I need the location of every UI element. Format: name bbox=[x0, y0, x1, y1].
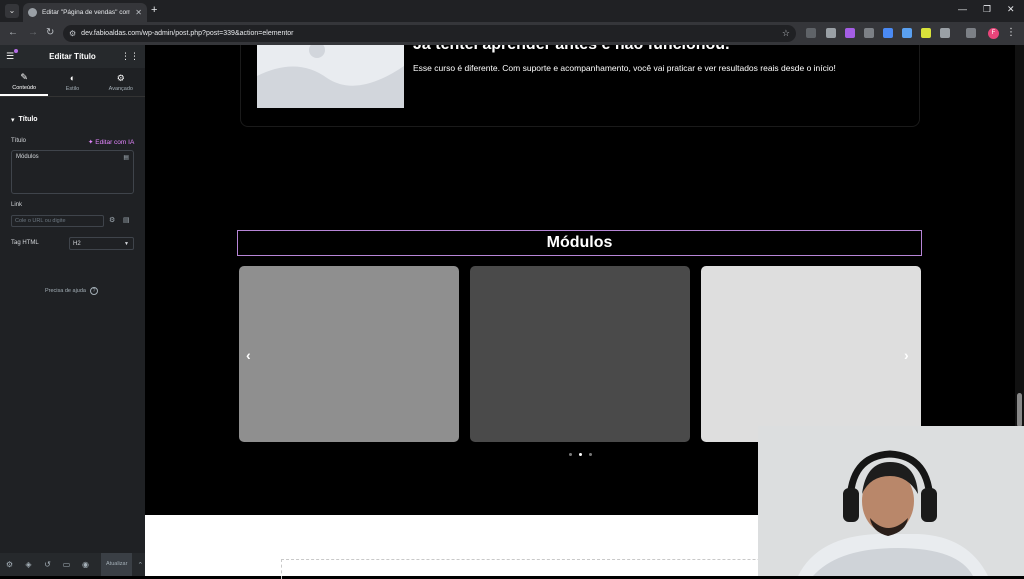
back-icon[interactable]: ← bbox=[8, 27, 18, 39]
carousel-prev-arrow-icon[interactable]: ‹ bbox=[246, 347, 251, 363]
carousel-dot[interactable] bbox=[589, 453, 592, 456]
extensions-puzzle-icon[interactable] bbox=[940, 28, 950, 38]
panel-header: ☰ Editar Título ⋮⋮ bbox=[0, 45, 145, 68]
carousel-slide[interactable] bbox=[470, 266, 690, 442]
elementor-panel: ☰ Editar Título ⋮⋮ ✎ Conteúdo ◐ Estilo ⚙… bbox=[0, 45, 145, 576]
settings-gear-icon[interactable]: ⚙ bbox=[0, 560, 19, 569]
link-input[interactable]: Cole o URL ou digite bbox=[11, 215, 104, 227]
browser-toolbar: ← → ↻ ⚙ dev.fabioaldas.com/wp-admin/post… bbox=[0, 22, 1024, 45]
title-field-label: Título bbox=[11, 138, 27, 144]
gear-icon: ⚙ bbox=[116, 72, 125, 83]
profile-avatar[interactable]: F bbox=[988, 28, 999, 39]
tab-close-icon[interactable]: ✕ bbox=[135, 8, 142, 17]
preview-eye-icon[interactable]: ◉ bbox=[76, 560, 95, 569]
carousel-slide[interactable] bbox=[239, 266, 459, 442]
tab-search-button[interactable]: ⌄ bbox=[5, 4, 19, 18]
section-title-toggle[interactable]: ▾ Título bbox=[11, 116, 38, 124]
title-textarea[interactable]: Módulos ▤ bbox=[11, 150, 134, 194]
close-window-icon[interactable]: ✕ bbox=[1007, 4, 1015, 15]
link-dynamic-icon[interactable]: ▤ bbox=[123, 216, 130, 224]
extension-icon[interactable] bbox=[902, 28, 912, 38]
panel-footer: ⚙ ◈ ↺ ▭ ◉ Atualizar ⌃ bbox=[0, 553, 145, 576]
extension-pen-icon[interactable] bbox=[806, 28, 816, 38]
tag-html-value: H2 bbox=[73, 241, 81, 247]
tab-advanced[interactable]: ⚙ Avançado bbox=[97, 68, 145, 96]
address-bar[interactable]: ⚙ dev.fabioaldas.com/wp-admin/post.php?p… bbox=[63, 25, 796, 42]
dynamic-tags-icon[interactable]: ▤ bbox=[123, 154, 129, 161]
site-info-icon[interactable]: ⚙ bbox=[69, 29, 76, 38]
carousel-dot[interactable] bbox=[579, 453, 582, 456]
title-textarea-value: Módulos bbox=[16, 154, 39, 160]
webcam-overlay bbox=[758, 426, 1024, 576]
notification-dot bbox=[14, 49, 18, 53]
faq-card: Já tentei aprender antes e não funcionou… bbox=[240, 45, 920, 127]
media-control-icon[interactable] bbox=[966, 28, 976, 38]
modules-heading: Módulos bbox=[546, 234, 613, 251]
help-link[interactable]: Precisa de ajuda ? bbox=[45, 287, 98, 295]
caret-down-icon: ▾ bbox=[11, 117, 15, 124]
tab-content[interactable]: ✎ Conteúdo bbox=[0, 68, 49, 96]
extension-icon[interactable] bbox=[864, 28, 874, 38]
tab-content-label: Conteúdo bbox=[12, 84, 37, 91]
image-placeholder-icon bbox=[257, 45, 404, 108]
browser-tab-bar: ⌄ Editar "Página de vendas" com ✕ + — ❐ … bbox=[0, 0, 1024, 22]
section-title: Título bbox=[18, 116, 38, 123]
tag-html-label: Tag HTML bbox=[11, 240, 39, 246]
tab-title: Editar "Página de vendas" com bbox=[42, 9, 131, 16]
navigator-layers-icon[interactable]: ◈ bbox=[19, 560, 38, 569]
chevron-down-icon: ▼ bbox=[124, 241, 129, 247]
panel-title: Editar Título bbox=[49, 52, 96, 61]
history-icon[interactable]: ↺ bbox=[38, 560, 57, 569]
minimize-icon[interactable]: — bbox=[958, 4, 967, 14]
tab-style-label: Estilo bbox=[65, 85, 80, 92]
card-image-placeholder bbox=[257, 45, 404, 108]
half-circle-icon: ◐ bbox=[69, 72, 76, 83]
edit-with-ai-label: Editar com IA bbox=[95, 139, 135, 146]
link-field-label: Link bbox=[11, 202, 23, 208]
tab-favicon-icon bbox=[28, 8, 37, 17]
menu-hamburger-icon[interactable]: ☰ bbox=[6, 51, 14, 62]
browser-tab[interactable]: Editar "Página de vendas" com ✕ bbox=[23, 3, 147, 22]
edit-with-ai-link[interactable]: ✦ Editar com IA bbox=[88, 138, 134, 146]
link-options-gear-icon[interactable]: ⚙ bbox=[109, 216, 115, 224]
responsive-mode-icon[interactable]: ▭ bbox=[57, 560, 76, 569]
carousel-next-arrow-icon[interactable]: › bbox=[904, 347, 909, 363]
reload-icon[interactable]: ↻ bbox=[46, 27, 54, 39]
help-text: Precisa de ajuda bbox=[45, 288, 86, 294]
publish-button[interactable]: Atualizar bbox=[101, 553, 133, 576]
widgets-grid-icon[interactable]: ⋮⋮ bbox=[121, 51, 139, 62]
scrollbar-thumb[interactable] bbox=[1017, 393, 1022, 427]
card-text: Esse curso é diferente. Com suporte e ac… bbox=[413, 63, 836, 73]
restore-icon[interactable]: ❐ bbox=[983, 4, 991, 15]
heading-widget-selected[interactable]: Módulos bbox=[237, 230, 922, 256]
tag-html-select[interactable]: H2 ▼ bbox=[69, 237, 134, 250]
carousel-dot[interactable] bbox=[569, 453, 572, 456]
new-tab-icon[interactable]: + bbox=[151, 4, 157, 16]
tab-advanced-label: Avançado bbox=[108, 85, 133, 92]
presenter-video-image bbox=[758, 426, 1024, 576]
extension-icon[interactable] bbox=[845, 28, 855, 38]
card-title: Já tentei aprender antes e não funcionou… bbox=[413, 45, 730, 54]
bookmark-star-icon[interactable]: ☆ bbox=[782, 28, 790, 39]
extension-icon[interactable] bbox=[921, 28, 931, 38]
pencil-icon: ✎ bbox=[20, 71, 28, 82]
forward-icon[interactable]: → bbox=[28, 27, 38, 39]
carousel-slide[interactable] bbox=[701, 266, 921, 442]
extension-icon[interactable] bbox=[826, 28, 836, 38]
browser-menu-icon[interactable]: ⋮ bbox=[1006, 27, 1016, 38]
publish-options-chevron-icon[interactable]: ⌃ bbox=[137, 561, 143, 569]
url-text: dev.fabioaldas.com/wp-admin/post.php?pos… bbox=[81, 30, 294, 37]
panel-tabs: ✎ Conteúdo ◐ Estilo ⚙ Avançado bbox=[0, 68, 145, 97]
tab-style[interactable]: ◐ Estilo bbox=[48, 68, 96, 96]
extension-icon[interactable] bbox=[883, 28, 893, 38]
question-icon: ? bbox=[89, 287, 98, 295]
